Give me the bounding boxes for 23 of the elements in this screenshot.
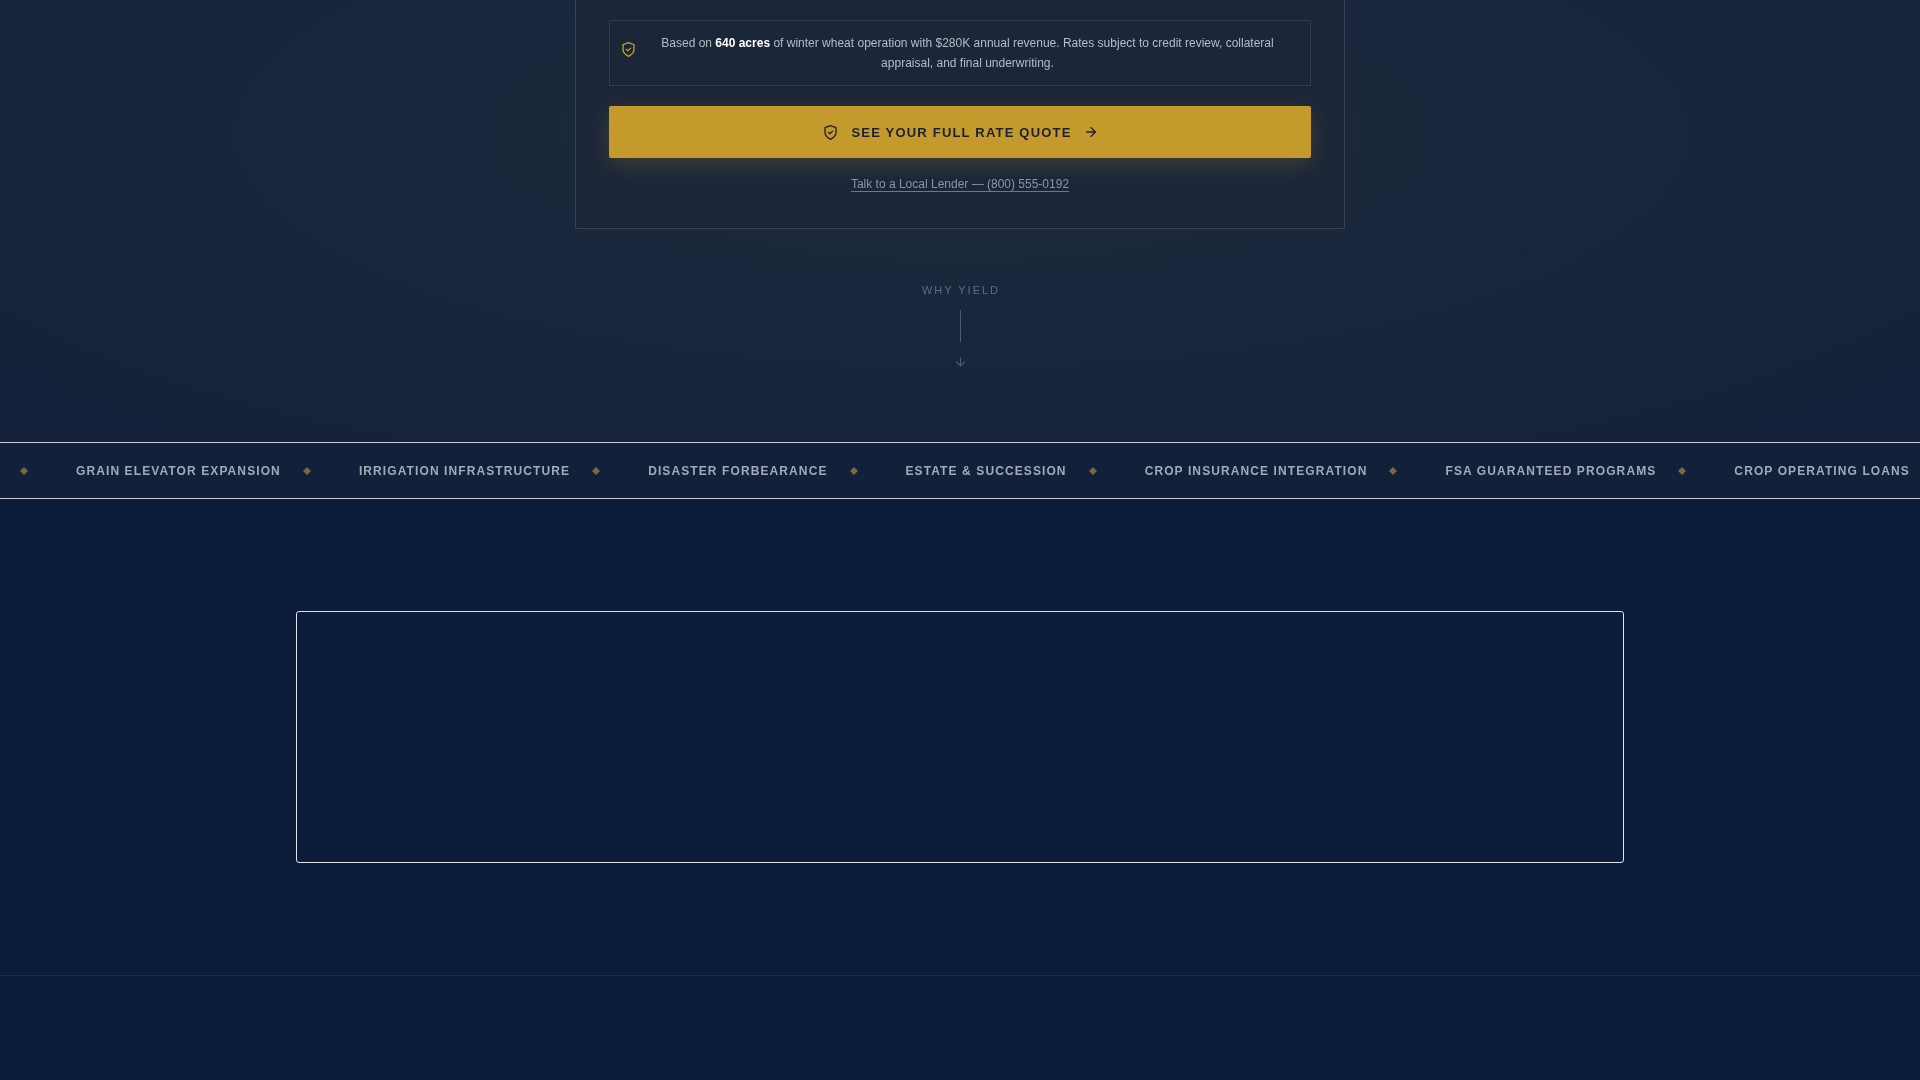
arrow-right-icon — [1085, 127, 1096, 137]
ticker-item: ESTATE & SUCCESSION — [905, 463, 1067, 478]
arrow-down-icon — [955, 357, 965, 367]
diamond-icon — [1088, 466, 1097, 475]
vertical-line — [959, 310, 961, 342]
ticker-item: IRRIGATION INFRASTRUCTURE — [358, 463, 571, 478]
diamond-icon — [302, 466, 311, 475]
ticker-item: CROP OPERATING LOANS — [1734, 463, 1910, 478]
ticker-item: GRAIN ELEVATOR EXPANSION — [76, 463, 281, 478]
ticker-item: FSA GUARANTEED PROGRAMS — [1445, 463, 1657, 478]
ticker-item: CROP INSURANCE INTEGRATION — [1144, 463, 1368, 478]
section-label: WHY YIELD — [920, 284, 1001, 297]
diamond-icon — [1389, 466, 1398, 475]
notice-text: Based on 640 acres of winter wheat operation with $280K annual revenue. Rates subject to credit review, collateral appraisal, and final underwriting. — [660, 35, 1275, 72]
diamond-icon — [20, 466, 28, 475]
shield-check-icon — [622, 42, 635, 57]
ticker-item: DISASTER FORBEARANCE — [648, 463, 828, 478]
diamond-icon — [849, 466, 858, 475]
rate-quote-button[interactable]: SEE YOUR FULL RATE QUOTE — [609, 106, 1311, 158]
shield-check-icon — [824, 124, 838, 140]
diamond-icon — [592, 466, 601, 475]
diamond-icon — [1678, 466, 1687, 475]
lender-link[interactable]: Talk to a Local Lender — (800) 555-0192 — [850, 177, 1070, 192]
